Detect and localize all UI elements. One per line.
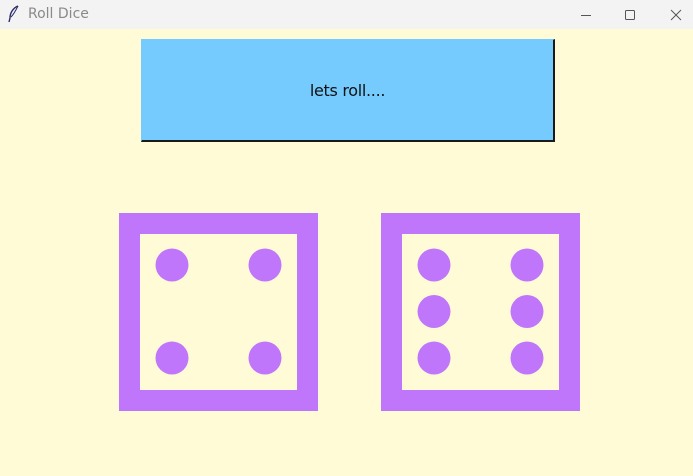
die-pip (417, 295, 451, 328)
close-icon (670, 9, 682, 20)
die-pip (248, 248, 282, 282)
die-pip (248, 341, 282, 375)
roll-button[interactable]: lets roll.... (141, 39, 555, 142)
window-title: Roll Dice (28, 6, 89, 22)
die-pip (510, 341, 544, 375)
feather-icon (8, 5, 19, 23)
close-button[interactable] (653, 0, 693, 29)
roll-button-label: lets roll.... (309, 80, 386, 100)
maximize-button[interactable] (607, 0, 653, 29)
app-window: Roll Dice lets roll.... (0, 0, 693, 476)
die-left (119, 213, 318, 411)
die-right (381, 213, 580, 411)
die-pip (155, 341, 189, 375)
minimize-icon (581, 14, 591, 16)
die-pip (155, 248, 189, 282)
minimize-button[interactable] (563, 0, 609, 29)
maximize-icon (625, 9, 635, 20)
die-pip (510, 295, 544, 328)
die-pip (417, 248, 451, 282)
die-pip (510, 248, 544, 282)
die-pip (417, 341, 451, 375)
title-bar: Roll Dice (0, 0, 693, 29)
